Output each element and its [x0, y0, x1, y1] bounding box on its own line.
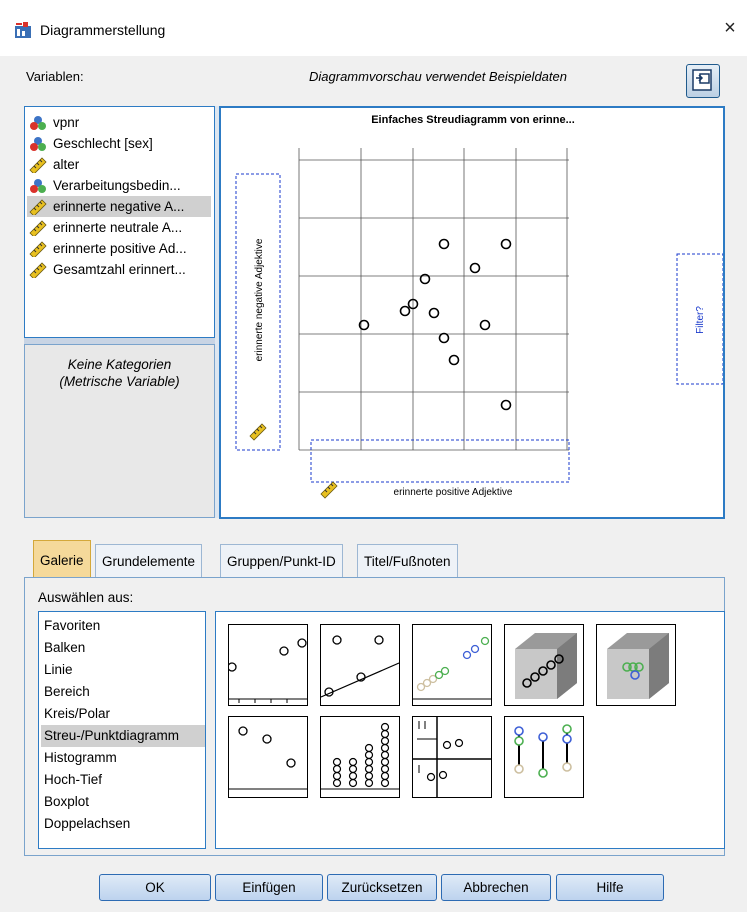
chart-type-item[interactable]: Bereich	[41, 681, 205, 703]
window-title: Diagrammerstellung	[40, 22, 166, 38]
cancel-button[interactable]: Abbrechen	[441, 874, 551, 901]
variable-label: Geschlecht [sex]	[53, 136, 153, 151]
preview-title: Einfaches Streudiagramm von erinne...	[371, 114, 575, 126]
chart-type-item[interactable]: Histogramm	[41, 747, 205, 769]
paste-button[interactable]: Einfügen	[215, 874, 323, 901]
dot-plot-thumbnail[interactable]	[320, 716, 400, 798]
tab-grundelemente[interactable]: Grundelemente	[95, 544, 203, 577]
chart-type-item-selected[interactable]: Streu-/Punktdiagramm	[41, 725, 205, 747]
scatter-with-fitline-icon	[320, 635, 400, 698]
variable-item-vpnr[interactable]: vpnr	[27, 112, 211, 133]
scale-ruler-icon	[29, 219, 47, 236]
3d-scatter-icon	[515, 633, 577, 699]
drop-line-thumbnail[interactable]	[504, 716, 584, 798]
scale-ruler-icon	[29, 261, 47, 278]
close-icon[interactable]: ×	[716, 14, 744, 42]
scatterplot-matrix-icon	[413, 717, 491, 797]
nominal-icon	[30, 178, 46, 193]
nominal-icon	[30, 115, 46, 130]
tab-gruppen-punkt-id[interactable]: Gruppen/Punkt-ID	[220, 544, 343, 577]
ok-button[interactable]: OK	[99, 874, 211, 901]
element-properties-icon	[692, 69, 712, 91]
scatterplot-matrix-thumbnail[interactable]	[412, 716, 492, 798]
simple-dot-plot-icon	[321, 722, 399, 790]
scale-ruler-icon	[29, 240, 47, 257]
preview-note: Diagrammvorschau verwendet Beispieldaten	[309, 69, 567, 84]
chart-builder-app-icon	[15, 22, 31, 38]
summary-point-icon	[229, 726, 307, 790]
variable-label: erinnerte negative A...	[53, 199, 185, 214]
summary-point-thumbnail[interactable]	[228, 716, 308, 798]
chart-type-item[interactable]: Favoriten	[41, 615, 205, 637]
grouped-scatter-icon	[413, 636, 491, 700]
variable-item-geschlecht[interactable]: Geschlecht [sex]	[27, 133, 211, 154]
tab-titel-fussnoten[interactable]: Titel/Fußnoten	[357, 544, 458, 577]
scale-ruler-icon	[320, 481, 338, 499]
grouped-3d-scatter-thumbnail[interactable]	[596, 624, 676, 706]
metric-variable-text: (Metrische Variable)	[59, 374, 180, 389]
x-axis-drop-label: erinnerte positive Adjektive	[394, 487, 513, 498]
variable-label: Verarbeitungsbedin...	[53, 178, 181, 193]
variable-item-gesamtzahl[interactable]: Gesamtzahl erinnert...	[27, 259, 211, 280]
variable-item-verarbeitungsbedingung[interactable]: Verarbeitungsbedin...	[27, 175, 211, 196]
chart-type-item[interactable]: Balken	[41, 637, 205, 659]
variable-item-erinnerte-positive[interactable]: erinnerte positive Ad...	[27, 238, 211, 259]
variable-label: vpnr	[53, 115, 80, 130]
variables-label: Variablen:	[26, 69, 84, 84]
help-button[interactable]: Hilfe	[556, 874, 664, 901]
tab-galerie[interactable]: Galerie	[33, 540, 91, 578]
element-properties-button[interactable]	[686, 64, 720, 98]
scale-ruler-icon	[249, 423, 267, 441]
chart-type-list[interactable]: Favoriten Balken Linie Bereich Kreis/Pol…	[38, 611, 206, 849]
variable-label: Gesamtzahl erinnert...	[53, 262, 186, 277]
variable-item-erinnerte-negative[interactable]: erinnerte negative A...	[27, 196, 211, 217]
variable-label: erinnerte positive Ad...	[53, 241, 187, 256]
chart-type-item[interactable]: Hoch-Tief	[41, 769, 205, 791]
variable-label: erinnerte neutrale A...	[53, 220, 183, 235]
chart-gallery[interactable]	[215, 611, 725, 849]
chart-type-item[interactable]: Linie	[41, 659, 205, 681]
y-axis-drop-label: erinnerte negative Adjektive	[254, 238, 265, 361]
categories-note: Keine Kategorien (Metrische Variable)	[24, 356, 215, 390]
variable-item-alter[interactable]: alter	[27, 154, 211, 175]
drop-line-icon	[514, 724, 572, 778]
simple-scatter-thumbnail[interactable]	[227, 624, 308, 706]
chart-type-item[interactable]: Boxplot	[41, 791, 205, 813]
filter-drop-label: Filter?	[695, 306, 706, 334]
variables-list[interactable]: vpnr Geschlecht [sex] alter Verarbeitung…	[24, 106, 215, 338]
scatter-fitline-thumbnail[interactable]	[320, 624, 400, 706]
scale-ruler-icon	[29, 156, 47, 173]
no-categories-text: Keine Kategorien	[67, 357, 172, 372]
grouped-3d-scatter-icon	[607, 633, 669, 699]
3d-scatter-thumbnail[interactable]	[504, 624, 584, 706]
chart-type-item[interactable]: Doppelachsen	[41, 813, 205, 835]
scale-ruler-icon	[29, 198, 47, 215]
preview-grid	[298, 148, 569, 451]
simple-scatter-icon	[227, 638, 307, 703]
x-axis-drop-zone[interactable]	[310, 439, 570, 483]
chart-type-item[interactable]: Kreis/Polar	[41, 703, 205, 725]
variable-label: alter	[53, 157, 80, 172]
nominal-icon	[30, 136, 46, 151]
grouped-scatter-thumbnail[interactable]	[412, 624, 492, 706]
chart-preview-svg: Einfaches Streudiagramm von erinne... er…	[235, 114, 723, 499]
chart-preview-canvas[interactable]: Einfaches Streudiagramm von erinne... er…	[219, 106, 725, 519]
choose-from-label: Auswählen aus:	[38, 590, 134, 605]
preview-points	[358, 238, 512, 411]
variable-item-erinnerte-neutrale[interactable]: erinnerte neutrale A...	[27, 217, 211, 238]
reset-button[interactable]: Zurücksetzen	[327, 874, 437, 901]
